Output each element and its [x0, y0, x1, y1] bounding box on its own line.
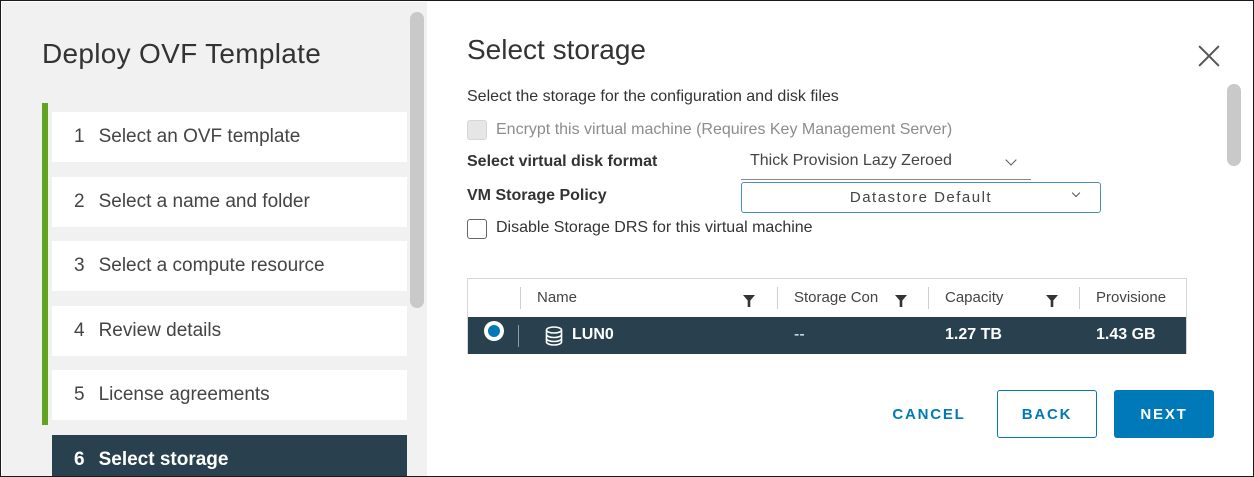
- column-header-storage-compatibility[interactable]: Storage Con: [794, 289, 878, 306]
- column-header-provisioned[interactable]: Provisione: [1096, 289, 1176, 306]
- content-scrollbar[interactable]: [1227, 84, 1241, 166]
- disk-format-label: Select virtual disk format: [467, 153, 658, 170]
- chevron-down-icon: [1071, 188, 1081, 198]
- cell-storage-compatibility: --: [794, 326, 805, 343]
- disable-drs-checkbox[interactable]: [467, 219, 487, 239]
- column-header-name[interactable]: Name: [537, 289, 717, 306]
- column-separator: [928, 287, 929, 309]
- table-row[interactable]: LUN0 -- 1.27 TB 1.43 GB: [468, 317, 1186, 354]
- grid-header: Name Storage Con Capacity Provisione: [468, 279, 1186, 317]
- encrypt-vm-checkbox[interactable]: [467, 120, 487, 140]
- step-label: Select storage: [98, 449, 229, 470]
- filter-icon[interactable]: [895, 295, 907, 307]
- storage-policy-select[interactable]: Datastore Default: [741, 182, 1101, 213]
- step-select-ovf-template[interactable]: 1 Select an OVF template: [52, 112, 407, 162]
- cell-provisioned: 1.43 GB: [1096, 326, 1156, 343]
- step-label: License agreements: [98, 384, 270, 405]
- page-title: Select storage: [467, 34, 646, 65]
- step-label: Review details: [98, 320, 222, 341]
- column-separator: [518, 325, 519, 347]
- datastore-icon: [545, 326, 563, 346]
- step-select-compute-resource[interactable]: 3 Select a compute resource: [52, 241, 407, 291]
- step-license-agreements[interactable]: 5 License agreements: [52, 370, 407, 420]
- disk-format-value: Thick Provision Lazy Zeroed: [750, 152, 952, 169]
- column-separator: [1079, 287, 1080, 309]
- encrypt-vm-label: Encrypt this virtual machine (Requires K…: [496, 121, 953, 138]
- step-number: 3: [74, 255, 85, 276]
- step-number: 2: [74, 191, 85, 212]
- step-review-details[interactable]: 4 Review details: [52, 306, 407, 356]
- step-number: 6: [74, 449, 85, 470]
- column-separator: [520, 287, 521, 309]
- cell-capacity: 1.27 TB: [945, 326, 1002, 343]
- cancel-button[interactable]: CANCEL: [879, 390, 979, 438]
- row-select-radio[interactable]: [484, 321, 504, 341]
- cell-name: LUN0: [572, 326, 614, 343]
- storage-description: Select the storage for the configuration…: [467, 88, 839, 105]
- wizard-title: Deploy OVF Template: [42, 38, 322, 69]
- step-select-storage[interactable]: 6 Select storage: [52, 435, 407, 476]
- wizard-sidebar: Deploy OVF Template 1 Select an OVF temp…: [2, 2, 427, 476]
- wizard-content: Select storage Select the storage for th…: [427, 2, 1253, 476]
- datastore-grid: Name Storage Con Capacity Provisione LUN…: [467, 278, 1187, 354]
- disable-drs-label: Disable Storage DRS for this virtual mac…: [496, 219, 813, 236]
- filter-icon[interactable]: [743, 295, 755, 307]
- step-select-name-folder[interactable]: 2 Select a name and folder: [52, 177, 407, 227]
- close-icon[interactable]: [1197, 44, 1221, 68]
- dialog-window: Deploy OVF Template 1 Select an OVF temp…: [0, 0, 1254, 477]
- step-label: Select a name and folder: [98, 191, 310, 212]
- step-number: 4: [74, 320, 85, 341]
- filter-icon[interactable]: [1046, 295, 1058, 307]
- step-label: Select an OVF template: [98, 126, 301, 147]
- progress-bar: [42, 103, 48, 425]
- step-number: 1: [74, 126, 85, 147]
- sidebar-scrollbar[interactable]: [410, 12, 424, 308]
- storage-policy-value: Datastore Default: [849, 189, 993, 206]
- column-separator: [777, 287, 778, 309]
- back-button[interactable]: BACK: [997, 390, 1097, 438]
- step-label: Select a compute resource: [98, 255, 325, 276]
- disk-format-select[interactable]: Thick Provision Lazy Zeroed: [741, 148, 1031, 180]
- storage-policy-label: VM Storage Policy: [467, 187, 607, 204]
- step-number: 5: [74, 384, 85, 405]
- next-button[interactable]: NEXT: [1114, 390, 1214, 438]
- chevron-down-icon: [1005, 154, 1017, 166]
- column-header-capacity[interactable]: Capacity: [945, 289, 1035, 306]
